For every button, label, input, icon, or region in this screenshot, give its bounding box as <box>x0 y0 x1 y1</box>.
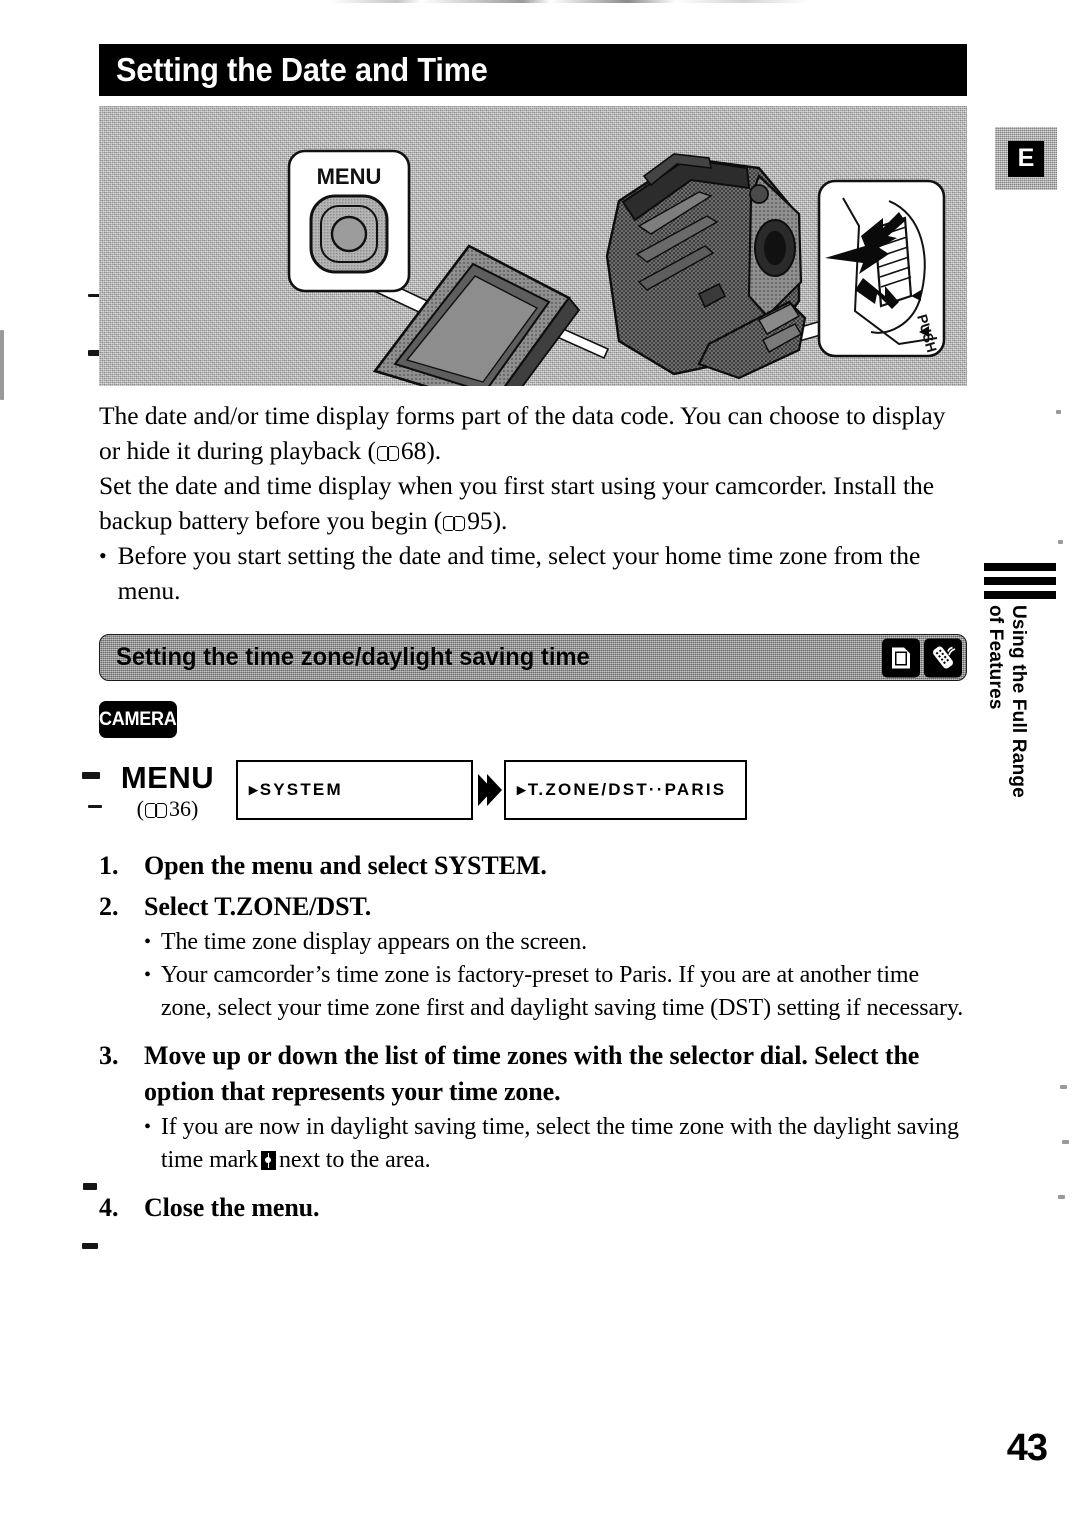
substep-text-b: next to the area. <box>278 1147 431 1173</box>
bullet-marker: • <box>144 964 151 986</box>
card-screen-icon-glyph <box>892 647 910 668</box>
intro-paragraph-1-ref: 68 <box>400 436 427 465</box>
bullet-marker: • <box>144 931 151 953</box>
language-tab-label: E <box>1017 144 1035 172</box>
wireless-remote-icon-glyph <box>932 646 956 669</box>
wireless-remote-icon <box>924 638 962 677</box>
step-number: 2. <box>99 892 119 921</box>
scan-artifact-speck <box>1062 1140 1069 1144</box>
side-tab-bars <box>984 563 1056 599</box>
bullet-marker: • <box>144 1116 151 1138</box>
section-header-label: Setting the time zone/daylight saving ti… <box>116 643 590 671</box>
intro-paragraph-2-ref: 95 <box>467 506 493 535</box>
step-substeps: • If you are now in daylight saving time… <box>144 1111 967 1177</box>
step-item: 4. Close the menu. <box>99 1190 967 1226</box>
scan-artifact-speck <box>1060 1085 1067 1089</box>
menu-navigation-flow: MENU (36) ▸SYSTEM ▸T.ZONE/DST··PARIS <box>99 760 967 824</box>
section-header: Setting the time zone/daylight saving ti… <box>99 634 967 681</box>
step-number: 4. <box>99 1193 119 1222</box>
card-screen-icon <box>882 638 920 677</box>
scan-artifact-edge <box>0 330 4 400</box>
substep-text: If you are now in daylight saving time, … <box>161 1111 967 1177</box>
intro-paragraph-2-text-a: Set the date and time display when you f… <box>99 471 934 535</box>
page-content: Setting the Date and Time MENU The date … <box>99 44 967 1226</box>
step-text: Move up or down the list of time zones w… <box>144 1041 920 1106</box>
step-text: Close the menu. <box>144 1193 320 1222</box>
double-chevron-right-icon-glyph <box>477 774 502 806</box>
menu-flow-page-reference: (36) <box>99 796 236 822</box>
instruction-steps: 1. Open the menu and select SYSTEM. 2. S… <box>99 848 967 1226</box>
menu-ref-page-number: 36 <box>169 796 191 821</box>
scan-artifact-speck <box>82 1243 98 1249</box>
substep-item: • Your camcorder’s time zone is factory-… <box>144 959 967 1025</box>
intro-paragraph-1-text-b: ). <box>426 436 442 465</box>
page-title: Setting the Date and Time <box>116 51 488 88</box>
double-chevron-right-icon <box>473 760 504 820</box>
book-page-reference-icon <box>145 803 167 818</box>
step-item: 2. Select T.ZONE/DST. <box>99 889 967 925</box>
book-page-reference-icon <box>376 446 399 461</box>
substep-text: Your camcorder’s time zone is factory-pr… <box>160 962 964 1021</box>
camera-mode-badge-label: CAMERA <box>99 708 177 730</box>
intro-paragraphs: The date and/or time display forms part … <box>99 398 967 608</box>
camcorder-illustration: MENU <box>99 106 967 386</box>
menu-flow-label: MENU (36) <box>99 760 236 822</box>
step-substeps: • The time zone display appears on the s… <box>144 926 967 1025</box>
daylight-saving-time-mark-icon <box>260 1151 276 1170</box>
menu-flow-label-text: MENU <box>120 760 215 795</box>
intro-paragraph-1: The date and/or time display forms part … <box>99 398 967 468</box>
intro-bullet-text: Before you start setting the date and ti… <box>117 541 921 605</box>
step-text: Select T.ZONE/DST. <box>144 892 372 921</box>
scan-artifact-top-band <box>330 0 810 3</box>
page-title-bar: Setting the Date and Time <box>99 44 967 96</box>
scan-artifact-speck <box>83 1183 97 1190</box>
side-tab-label: Using the Full Range of Features <box>985 605 1029 798</box>
menu-screen-system[interactable]: ▸SYSTEM <box>236 760 473 820</box>
illustration-drawing: MENU <box>287 149 946 386</box>
scan-artifact-speck <box>1056 410 1061 414</box>
camera-mode-badge: CAMERA <box>99 701 177 738</box>
scan-artifact-speck <box>1058 1195 1065 1199</box>
book-page-reference-icon <box>443 516 466 531</box>
step-text: Open the menu and select SYSTEM. <box>144 851 547 880</box>
intro-bullet-item: • Before you start setting the date and … <box>99 538 967 608</box>
page-number: 43 <box>1006 1427 1048 1469</box>
intro-paragraph-2-text-b: ). <box>492 506 508 535</box>
substep-item: • If you are now in daylight saving time… <box>144 1111 967 1177</box>
chapter-side-tab: Using the Full Range of Features <box>984 563 1062 805</box>
substep-item: • The time zone display appears on the s… <box>144 926 967 959</box>
scan-artifact-speck <box>1058 540 1063 544</box>
menu-screen-tzone-dst[interactable]: ▸T.ZONE/DST··PARIS <box>504 760 747 820</box>
intro-paragraph-1-text-a: The date and/or time display forms part … <box>99 401 946 465</box>
bullet-marker: • <box>99 543 107 568</box>
scan-artifact-speck <box>82 772 100 779</box>
substep-text: The time zone display appears on the scr… <box>160 929 588 955</box>
language-tab-square: E <box>1008 140 1044 177</box>
section-header-icons <box>882 638 962 677</box>
language-tab: E <box>995 127 1057 190</box>
menu-ref-close-paren: ) <box>191 796 199 821</box>
menu-ref-open-paren: ( <box>136 796 144 821</box>
illustration-menu-label: MENU <box>317 164 382 189</box>
step-number: 3. <box>99 1041 119 1070</box>
step-item: 1. Open the menu and select SYSTEM. <box>99 848 967 884</box>
step-item: 3. Move up or down the list of time zone… <box>99 1038 967 1110</box>
intro-paragraph-2: Set the date and time display when you f… <box>99 468 967 538</box>
step-number: 1. <box>99 851 119 880</box>
